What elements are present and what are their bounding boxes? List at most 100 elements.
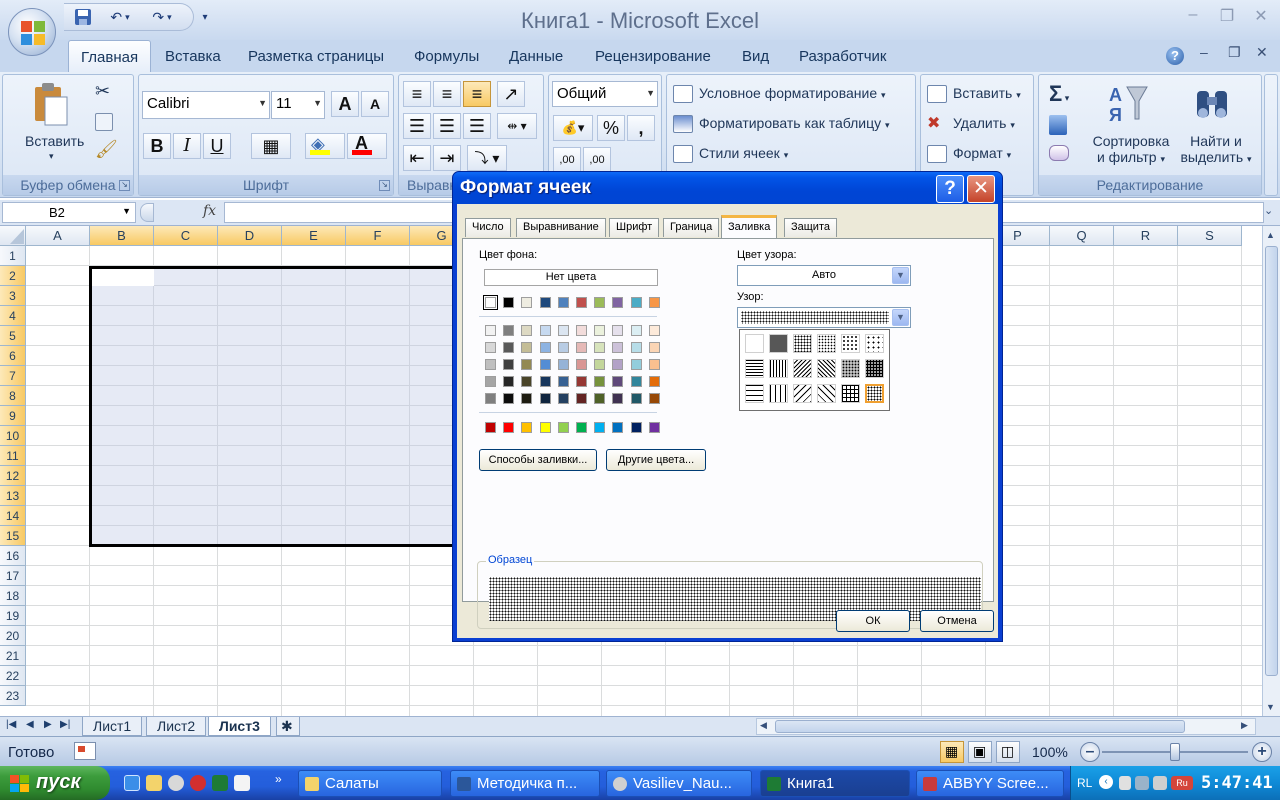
tray-expand-icon[interactable]: ‹ [1099, 775, 1113, 789]
color-swatch[interactable] [612, 297, 624, 308]
autosum-button[interactable]: Σ ▾ [1049, 81, 1069, 107]
active-cell[interactable] [92, 269, 154, 286]
tray-ru-icon[interactable]: Ru [1171, 776, 1193, 790]
task-vasiliev[interactable]: Vasiliev_Nau... [606, 770, 752, 797]
color-swatch[interactable] [612, 325, 624, 336]
row-header[interactable]: 17 [0, 566, 26, 586]
row-header[interactable]: 15 [0, 526, 26, 546]
clipboard-launcher-icon[interactable]: ↘ [119, 180, 130, 191]
row-header[interactable]: 18 [0, 586, 26, 606]
pattern-option[interactable] [745, 334, 764, 353]
format-as-table-button[interactable]: Форматировать как таблицу ▾ [699, 115, 890, 131]
row-header[interactable]: 11 [0, 446, 26, 466]
pattern-option[interactable] [793, 384, 812, 403]
color-swatch[interactable] [594, 376, 606, 387]
color-swatch[interactable] [557, 376, 569, 387]
color-swatch[interactable] [630, 422, 642, 433]
font-size-select[interactable]: 11 ▼ [271, 91, 325, 119]
underline-button[interactable]: U [203, 133, 231, 159]
row-header[interactable]: 13 [0, 486, 26, 506]
ok-button[interactable]: ОК [836, 610, 910, 632]
color-swatch[interactable] [503, 359, 515, 370]
media-icon[interactable] [168, 775, 184, 791]
decrease-indent-button[interactable]: ⇤ [403, 145, 431, 171]
fill-effects-button[interactable]: Способы заливки... [479, 449, 597, 471]
color-swatch[interactable] [539, 359, 551, 370]
page-layout-view-button[interactable]: ▣ [968, 741, 992, 763]
color-swatch[interactable] [594, 393, 606, 404]
pattern-option[interactable] [841, 359, 860, 378]
folder-icon[interactable] [146, 775, 162, 791]
copy-icon[interactable] [95, 113, 113, 131]
tab-number[interactable]: Число [465, 218, 511, 237]
pattern-option[interactable] [793, 334, 812, 353]
more-colors-button[interactable]: Другие цвета... [606, 449, 706, 471]
formula-bar-splitter[interactable] [140, 203, 154, 222]
sheet-tab-1[interactable]: Лист1 [82, 717, 143, 736]
comma-button[interactable]: , [627, 115, 655, 141]
pattern-option[interactable] [793, 359, 812, 378]
color-swatch[interactable] [612, 359, 624, 370]
row-header[interactable]: 4 [0, 306, 26, 326]
vertical-scrollbar[interactable]: ▲ ▼ [1262, 226, 1280, 716]
language-indicator[interactable]: RL [1077, 776, 1092, 790]
column-header[interactable]: F [346, 226, 410, 246]
sheet-tab-3[interactable]: Лист3 [208, 717, 271, 736]
column-header[interactable]: D [218, 226, 282, 246]
expand-formula-icon[interactable]: ⌄ [1264, 204, 1273, 217]
start-button[interactable]: пуск [0, 766, 110, 800]
fill-color-button[interactable]: ◈ [305, 133, 345, 159]
merge-button[interactable]: ⇹ ▾ [497, 113, 537, 139]
clear-eraser-icon[interactable] [1049, 145, 1069, 161]
color-swatch[interactable] [576, 297, 587, 308]
tab-alignment[interactable]: Выравнивание [516, 218, 606, 237]
row-header[interactable]: 9 [0, 406, 26, 426]
row-header[interactable]: 7 [0, 366, 26, 386]
cut-icon[interactable]: ✂ [95, 81, 110, 102]
color-swatch[interactable] [630, 359, 642, 370]
tab-formulas[interactable]: Формулы [404, 48, 489, 65]
pattern-dropdown[interactable] [739, 329, 890, 411]
pattern-option[interactable] [865, 384, 884, 403]
color-swatch[interactable] [521, 422, 533, 433]
tab-developer[interactable]: Разработчик [789, 48, 896, 65]
column-header[interactable]: B [90, 226, 154, 246]
shrink-font-button[interactable]: A [361, 91, 389, 117]
color-swatch[interactable] [485, 325, 496, 336]
scroll-up-icon[interactable]: ▲ [1266, 230, 1275, 240]
color-swatch[interactable] [648, 376, 660, 387]
ie-icon[interactable] [124, 775, 140, 791]
color-swatch[interactable] [576, 393, 587, 404]
pattern-option[interactable] [769, 384, 788, 403]
color-swatch[interactable] [503, 297, 515, 308]
color-swatch[interactable] [557, 393, 569, 404]
task-abbyy[interactable]: ABBYY Scree... [916, 770, 1064, 797]
column-header[interactable]: E [282, 226, 346, 246]
zoom-in-button[interactable]: + [1252, 742, 1272, 762]
cancel-button[interactable]: Отмена [920, 610, 994, 632]
color-swatch[interactable] [557, 325, 569, 336]
color-swatch[interactable] [648, 422, 660, 433]
color-swatch[interactable] [576, 376, 587, 387]
column-header[interactable]: Q [1050, 226, 1114, 246]
color-swatch[interactable] [576, 359, 587, 370]
pattern-option[interactable] [817, 384, 836, 403]
zoom-slider-thumb[interactable] [1170, 743, 1180, 761]
normal-view-button[interactable]: ▦ [940, 741, 964, 763]
color-swatch[interactable] [521, 376, 533, 387]
color-swatch[interactable] [485, 359, 496, 370]
color-swatch[interactable] [594, 359, 606, 370]
zoom-level[interactable]: 100% [1032, 744, 1068, 760]
prev-sheet-icon[interactable]: ◀ [26, 719, 34, 730]
format-cells-button[interactable]: Формат ▾ [953, 145, 1011, 161]
dialog-title-bar[interactable]: Формат ячеек ? ✕ [453, 172, 1002, 204]
sort-filter-button[interactable]: Сортировка и фильтр ▾ [1089, 133, 1173, 165]
task-book1[interactable]: Книга1 [760, 770, 910, 797]
tab-protection[interactable]: Защита [784, 218, 837, 237]
align-right-button[interactable]: ☰ [463, 113, 491, 139]
pattern-select[interactable]: ▼ [737, 307, 911, 328]
tray-volume-icon[interactable] [1153, 776, 1167, 790]
pattern-option[interactable] [841, 334, 860, 353]
pattern-option[interactable] [817, 359, 836, 378]
color-swatch[interactable] [485, 422, 496, 433]
